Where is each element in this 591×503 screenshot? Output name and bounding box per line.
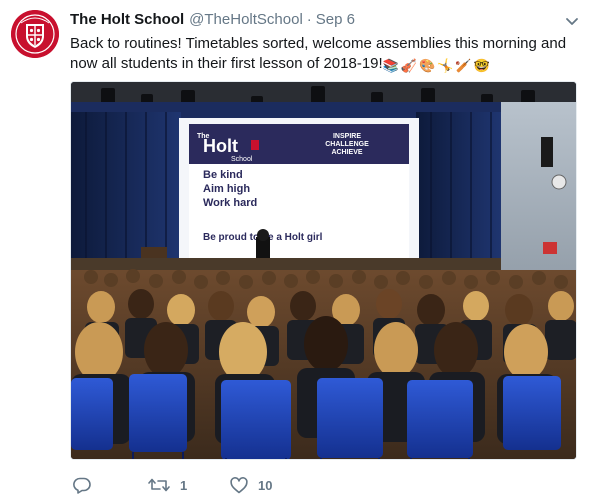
tweet[interactable]: The Holt School @TheHoltSchool · Sep 6 B… bbox=[0, 0, 591, 503]
chevron-down-icon[interactable] bbox=[565, 14, 579, 25]
reply-button[interactable] bbox=[73, 477, 101, 494]
nerd-face-emoji: 🤓 bbox=[473, 59, 490, 74]
like-count: 10 bbox=[258, 478, 273, 493]
assembly-hall-image: The Holt School INSPIRE CHALLENGE ACHIEV… bbox=[71, 82, 576, 459]
cricket-emoji: 🏏 bbox=[455, 59, 472, 74]
slide-motto-1: INSPIRE bbox=[333, 133, 361, 140]
slide-motto-2: CHALLENGE bbox=[325, 141, 369, 148]
slide-line-3: Work hard bbox=[203, 197, 257, 209]
slide-motto-3: ACHIEVE bbox=[331, 149, 362, 156]
avatar[interactable] bbox=[11, 10, 59, 58]
emoji-list: 📚 🎻 🎨 🤸 🏏 🤓 bbox=[382, 55, 492, 74]
slide-logo-suffix: School bbox=[231, 156, 253, 163]
reply-icon bbox=[73, 477, 91, 494]
like-button[interactable]: 10 bbox=[230, 477, 272, 494]
palette-emoji: 🎨 bbox=[419, 59, 436, 74]
display-name[interactable]: The Holt School bbox=[70, 11, 184, 28]
books-emoji: 📚 bbox=[382, 59, 399, 74]
retweet-count: 1 bbox=[180, 477, 188, 493]
tweet-header: The Holt School @TheHoltSchool · Sep 6 bbox=[70, 11, 561, 31]
tweet-photo[interactable]: The Holt School INSPIRE CHALLENGE ACHIEV… bbox=[70, 81, 577, 460]
cartwheel-emoji: 🤸 bbox=[437, 59, 454, 74]
slide-logo: Holt bbox=[203, 136, 238, 156]
user-handle[interactable]: @TheHoltSchool bbox=[189, 11, 303, 28]
retweet-icon bbox=[148, 476, 170, 494]
separator-dot: · bbox=[306, 11, 312, 28]
violin-emoji: 🎻 bbox=[400, 59, 418, 74]
retweet-button[interactable]: 1 bbox=[148, 476, 187, 494]
slide-line-2: Aim high bbox=[203, 183, 250, 195]
tweet-text: Back to routines! Timetables sorted, wel… bbox=[70, 34, 575, 75]
heart-icon bbox=[230, 477, 248, 494]
school-crest-icon bbox=[11, 10, 59, 58]
slide-line-1: Be kind bbox=[203, 169, 243, 181]
timestamp[interactable]: Sep 6 bbox=[316, 11, 355, 28]
